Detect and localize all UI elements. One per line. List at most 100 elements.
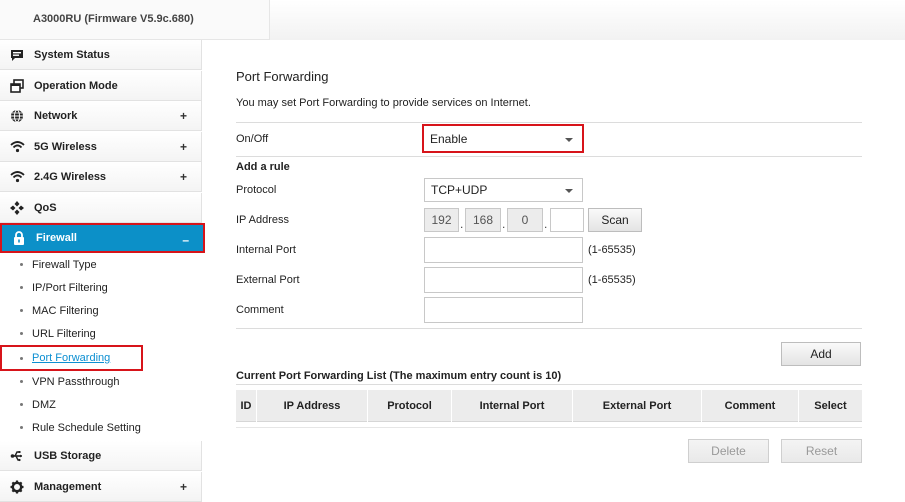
usb-icon — [0, 449, 34, 463]
ip-address-field: 192 . 168 . 0 . — [424, 208, 584, 232]
sidebar-item-label: Network — [34, 109, 78, 122]
bullet-icon — [20, 309, 23, 312]
sidebar-item-label: Management — [34, 480, 102, 493]
wifi-icon — [0, 140, 34, 153]
chevron-down-icon — [565, 189, 573, 193]
submenu-rule-schedule-setting[interactable]: Rule Schedule Setting — [0, 416, 202, 439]
port-forwarding-table-header: ID IP Address Protocol Internal Port Ext… — [236, 390, 862, 422]
external-port-input[interactable] — [424, 267, 583, 293]
submenu-firewall-type[interactable]: Firewall Type — [0, 253, 202, 276]
ip-dot: . — [544, 217, 548, 231]
protocol-label: Protocol — [236, 184, 277, 196]
external-port-range: (1-65535) — [588, 274, 636, 286]
sidebar-item-network[interactable]: Network + — [0, 101, 202, 131]
bullet-icon — [20, 263, 23, 266]
column-header-internal-port: Internal Port — [452, 390, 573, 422]
submenu-port-forwarding[interactable]: Port Forwarding — [0, 345, 143, 371]
bullet-icon — [20, 426, 23, 429]
protocol-select[interactable]: TCP+UDP — [424, 178, 583, 202]
sidebar-item-24g-wireless[interactable]: 2.4G Wireless + — [0, 162, 202, 192]
comment-label: Comment — [236, 304, 284, 316]
wifi-icon — [0, 170, 34, 183]
gear-icon — [0, 480, 34, 494]
submenu-label: Rule Schedule Setting — [32, 421, 141, 434]
submenu-url-filtering[interactable]: URL Filtering — [0, 322, 202, 345]
bullet-icon — [20, 286, 23, 289]
sidebar-item-qos[interactable]: QoS — [0, 193, 202, 223]
delete-button[interactable]: Delete — [688, 439, 769, 463]
sidebar-item-firewall[interactable]: Firewall – — [0, 223, 205, 253]
expand-icon[interactable]: + — [180, 109, 187, 123]
chevron-down-icon — [565, 138, 573, 142]
sidebar-item-label: System Status — [34, 48, 110, 61]
divider — [236, 122, 862, 123]
submenu-dmz[interactable]: DMZ — [0, 393, 202, 416]
submenu-label: URL Filtering — [32, 327, 96, 340]
divider — [236, 156, 862, 157]
ip-octet-3: 0 — [507, 208, 543, 232]
sidebar-item-label: 2.4G Wireless — [34, 170, 107, 183]
column-header-protocol: Protocol — [368, 390, 452, 422]
sidebar-item-operation-mode[interactable]: Operation Mode — [0, 71, 202, 101]
divider — [236, 427, 862, 428]
sidebar-item-5g-wireless[interactable]: 5G Wireless + — [0, 132, 202, 162]
ip-dot: . — [502, 217, 506, 231]
add-button[interactable]: Add — [781, 342, 861, 366]
submenu-label: VPN Passthrough — [32, 375, 120, 388]
header-brand-area: A3000RU (Firmware V5.9c.680) — [0, 0, 270, 40]
comment-input[interactable] — [424, 297, 583, 323]
ip-address-label: IP Address — [236, 214, 289, 226]
add-rule-heading: Add a rule — [236, 161, 290, 173]
reset-button[interactable]: Reset — [781, 439, 862, 463]
window-icon — [0, 78, 34, 93]
sidebar-item-label: USB Storage — [34, 449, 102, 462]
external-port-label: External Port — [236, 274, 300, 286]
column-header-select: Select — [814, 400, 847, 412]
submenu-mac-filtering[interactable]: MAC Filtering — [0, 299, 202, 322]
onoff-label: On/Off — [236, 133, 269, 145]
column-header-external-port: External Port — [573, 390, 702, 422]
sidebar: System Status Operation Mode Network + 5… — [0, 40, 205, 502]
scan-button[interactable]: Scan — [588, 208, 642, 232]
bullet-icon — [20, 356, 23, 360]
bullet-icon — [20, 403, 23, 406]
submenu-label: Port Forwarding — [32, 352, 111, 364]
message-icon — [0, 48, 34, 62]
internal-port-range: (1-65535) — [588, 244, 636, 256]
column-header-ip-address: IP Address — [257, 390, 368, 422]
submenu-label: MAC Filtering — [32, 304, 99, 317]
sidebar-item-management[interactable]: Management + — [0, 472, 202, 502]
submenu-label: Firewall Type — [32, 258, 97, 271]
list-title: Current Port Forwarding List (The maximu… — [236, 370, 562, 382]
submenu-ip-port-filtering[interactable]: IP/Port Filtering — [0, 276, 202, 299]
sidebar-item-usb-storage[interactable]: USB Storage — [0, 441, 202, 471]
column-header-comment: Comment — [702, 390, 799, 422]
ip-octet-4-input[interactable] — [550, 208, 584, 232]
sidebar-item-label: QoS — [34, 201, 57, 214]
ip-octet-2: 168 — [465, 208, 501, 232]
internal-port-label: Internal Port — [236, 244, 296, 256]
firmware-title: A3000RU (Firmware V5.9c.680) — [33, 13, 194, 25]
bullet-icon — [20, 332, 23, 335]
expand-icon[interactable]: + — [180, 140, 187, 154]
submenu-label: DMZ — [32, 398, 56, 411]
sidebar-item-label: 5G Wireless — [34, 140, 97, 153]
onoff-select[interactable]: Enable — [422, 124, 584, 153]
collapse-icon[interactable]: – — [182, 233, 189, 247]
internal-port-input[interactable] — [424, 237, 583, 263]
submenu-label: IP/Port Filtering — [32, 281, 108, 294]
ip-dot: . — [460, 217, 464, 231]
expand-icon[interactable]: + — [180, 170, 187, 184]
submenu-vpn-passthrough[interactable]: VPN Passthrough — [0, 370, 202, 393]
divider — [236, 328, 862, 329]
ip-octet-1: 192 — [424, 208, 459, 232]
sidebar-item-label: Firewall — [36, 232, 77, 244]
lock-icon — [2, 231, 36, 245]
page-title: Port Forwarding — [236, 69, 329, 84]
bullet-icon — [20, 380, 23, 383]
onoff-value: Enable — [430, 131, 468, 146]
sidebar-item-system-status[interactable]: System Status — [0, 40, 202, 70]
header-bar: A3000RU (Firmware V5.9c.680) — [0, 0, 905, 40]
sidebar-item-label: Operation Mode — [34, 79, 118, 92]
expand-icon[interactable]: + — [180, 480, 187, 494]
